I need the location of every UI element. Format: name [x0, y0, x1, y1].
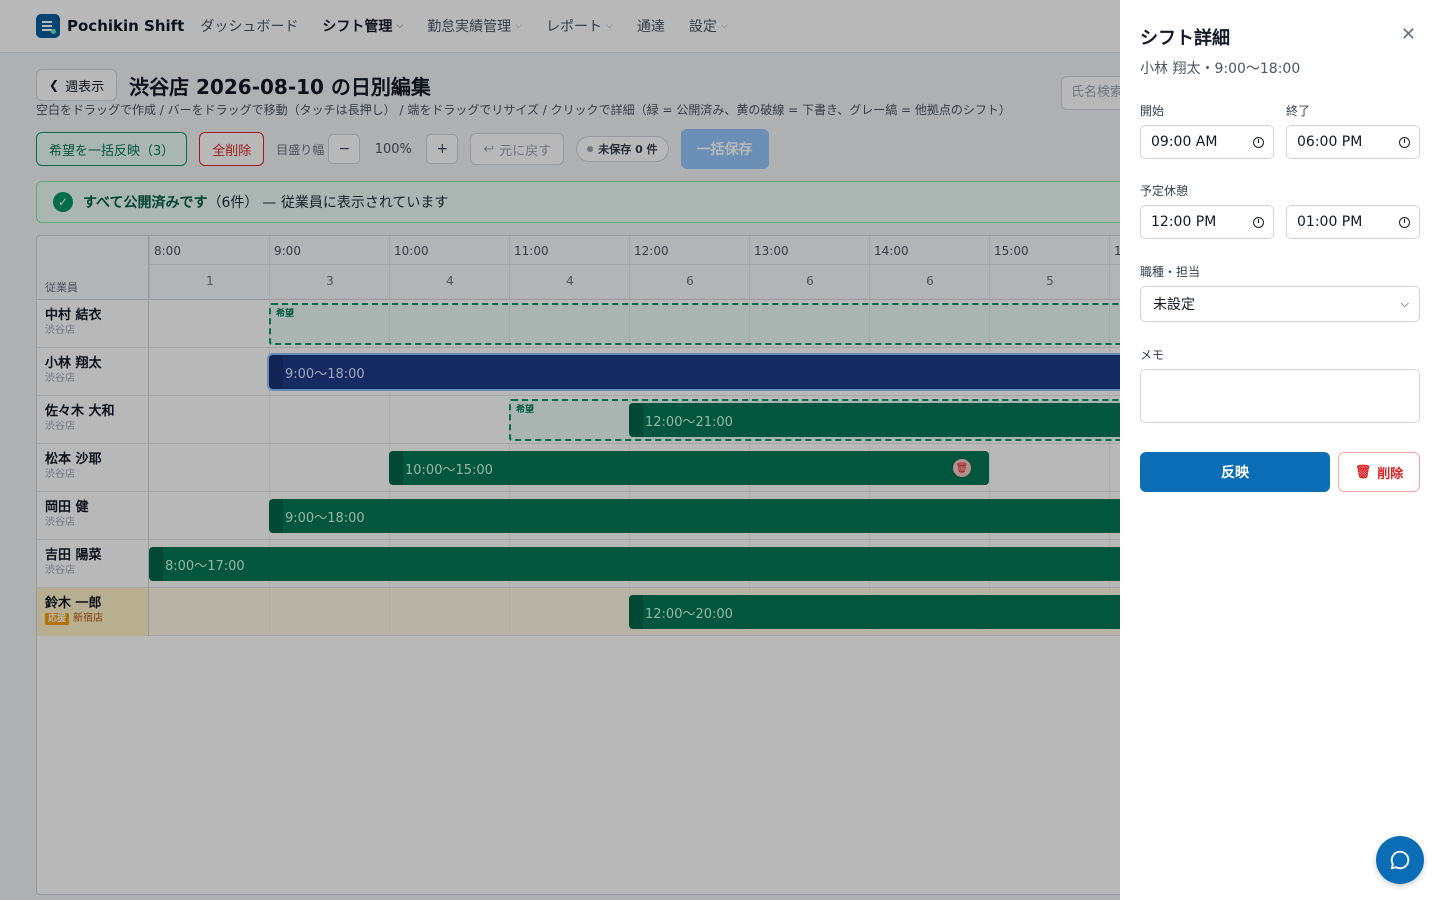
break-start-input[interactable]: 12:00 PM: [1140, 205, 1274, 239]
memo-textarea[interactable]: [1140, 369, 1420, 423]
delete-button[interactable]: 🗑 削除: [1338, 452, 1420, 492]
delete-label: 削除: [1377, 466, 1404, 482]
break-end-value: 01:00 PM: [1297, 214, 1363, 230]
clock-icon[interactable]: [1253, 136, 1264, 148]
clock-icon[interactable]: [1253, 216, 1264, 228]
role-label: 職種・担当: [1140, 265, 1201, 279]
chat-bubble-icon: [1390, 850, 1410, 870]
start-time-input[interactable]: 09:00 AM: [1140, 125, 1274, 159]
start-label: 開始: [1140, 104, 1165, 118]
break-start-value: 12:00 PM: [1151, 214, 1217, 230]
close-icon[interactable]: ✕: [1401, 24, 1416, 45]
break-label: 予定休憩: [1140, 184, 1189, 198]
role-select[interactable]: 未設定 ⌵: [1140, 286, 1420, 322]
modal-backdrop[interactable]: [0, 0, 1120, 900]
trash-icon: 🗑: [1354, 464, 1372, 480]
end-time-input[interactable]: 06:00 PM: [1286, 125, 1420, 159]
panel-title: シフト詳細: [1140, 28, 1230, 49]
memo-label: メモ: [1140, 348, 1165, 362]
role-value: 未設定: [1153, 297, 1195, 313]
clock-icon[interactable]: [1399, 216, 1410, 228]
chat-button[interactable]: [1376, 836, 1424, 884]
shift-detail-panel: シフト詳細 ✕ 小林 翔太・9:00〜18:00 開始 09:00 AM 終了 …: [1120, 0, 1440, 900]
panel-subtitle: 小林 翔太・9:00〜18:00: [1140, 61, 1301, 77]
clock-icon[interactable]: [1399, 136, 1410, 148]
start-time-value: 09:00 AM: [1151, 134, 1218, 150]
chevron-down-icon: ⌵: [1400, 297, 1409, 310]
end-label: 終了: [1286, 104, 1311, 118]
apply-button[interactable]: 反映: [1140, 452, 1330, 492]
end-time-value: 06:00 PM: [1297, 134, 1363, 150]
break-end-input[interactable]: 01:00 PM: [1286, 205, 1420, 239]
